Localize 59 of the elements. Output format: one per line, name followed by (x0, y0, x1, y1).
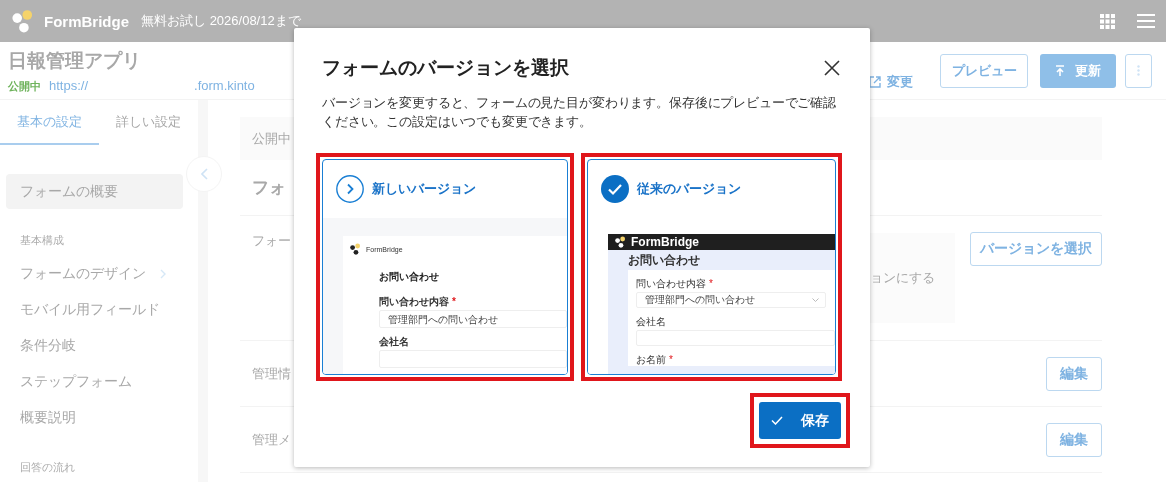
section-heading: 回答の流れ (19, 460, 76, 475)
version-option[interactable]: 従来のバージョン FormBridge お問い合わせ 問い合わせ内容 * 管理部門への問い合わせ 会社名 お名前 * (587, 159, 836, 375)
more-button[interactable] (1125, 53, 1152, 88)
setting-label: フォー (252, 232, 291, 250)
apps-grid-icon (1100, 13, 1115, 29)
field-label: お名前 * (636, 354, 674, 366)
section-heading: 基本構成 (19, 233, 65, 248)
settings-tab[interactable]: 基本の設定 (0, 100, 99, 145)
field-label: 問い合わせ内容 * (636, 278, 714, 290)
preview-form-title: お問い合わせ (379, 270, 440, 284)
save-button[interactable]: 保存 (759, 402, 841, 439)
sidebar-item[interactable]: 条件分岐 (0, 328, 198, 364)
close-icon (824, 60, 840, 76)
status-label: 公開中 (8, 78, 41, 94)
sidebar-item[interactable]: フォームの概要 (6, 174, 183, 209)
trial-notice: 無料お試し 2026/08/12まで (141, 12, 301, 30)
edit-button[interactable]: 編集 (1046, 356, 1102, 391)
url-text: .form.kinto (194, 77, 255, 93)
select-version-button[interactable]: バージョンを選択 (970, 232, 1102, 266)
settings-tab[interactable]: 詳しい設定 (99, 100, 198, 145)
field-label: 問い合わせ内容 * (379, 296, 457, 308)
required-mark: * (709, 278, 713, 289)
update-button[interactable]: 更新 (1040, 53, 1116, 88)
sidebar-item[interactable]: 概要説明 (0, 400, 198, 436)
required-mark: * (452, 296, 456, 307)
chevron-left-icon (200, 168, 208, 180)
logo-icon (614, 236, 627, 248)
setting-label: 管理情 (252, 364, 291, 383)
preview-form-title: お問い合わせ (628, 252, 702, 269)
sidebar-item[interactable]: ステップフォーム (0, 364, 198, 400)
input-field: 管理部門への問い合わせ (379, 310, 568, 328)
info-panel: ョンにする (870, 233, 955, 323)
sidebar-item[interactable]: フォームのデザイン (0, 256, 198, 292)
setting-label: 管理メ (252, 430, 291, 449)
field-label: 会社名 (636, 316, 668, 328)
chevron-down-icon (812, 298, 820, 302)
check-icon (771, 416, 783, 425)
upload-icon (1055, 64, 1065, 77)
kebab-icon (1137, 65, 1140, 76)
collapse-button[interactable] (186, 156, 222, 192)
preview-button[interactable]: プレビュー (940, 53, 1028, 88)
brand-name: FormBridge (44, 12, 129, 30)
option-label: 新しいバージョン (372, 180, 476, 198)
logo-icon (349, 243, 361, 255)
required-mark: * (669, 354, 673, 365)
change-link[interactable]: 変更 (869, 72, 913, 91)
dialog-title: フォームのバージョンを選択 (322, 56, 569, 80)
menu-icon (1137, 14, 1155, 28)
logo-icon (10, 9, 34, 33)
url-text: https:// (49, 77, 89, 93)
external-link-icon (869, 75, 881, 88)
option-label: 従来のバージョン (637, 180, 742, 198)
app-title: 日報管理アプリ (8, 48, 141, 73)
close-button[interactable] (824, 60, 840, 76)
edit-button[interactable]: 編集 (1046, 422, 1102, 457)
preview-brand: FormBridge (631, 235, 700, 249)
field-label: 会社名 (379, 336, 410, 348)
field-value: 管理部門への問い合わせ (645, 293, 756, 307)
sidebar-item[interactable]: モバイル用フィールド (0, 292, 198, 328)
